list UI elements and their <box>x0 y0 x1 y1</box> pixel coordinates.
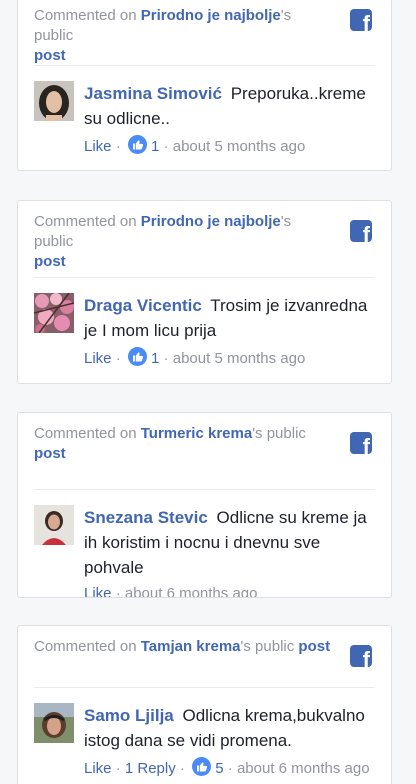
facebook-icon[interactable]: f <box>350 220 372 242</box>
post-link[interactable]: post <box>34 47 66 64</box>
avatar[interactable] <box>34 293 74 333</box>
post-link[interactable]: post <box>34 445 66 462</box>
comment-meta: Like · 1 · about 5 months ago <box>84 347 377 369</box>
commented-on-text: Commented on <box>34 7 141 24</box>
comment-body: Samo Ljilja Odlicna krema,bukvalno istog… <box>84 703 377 753</box>
like-reaction-icon <box>128 347 147 366</box>
post-link[interactable]: post <box>34 253 66 270</box>
reply-link[interactable]: 1 Reply <box>125 760 176 777</box>
commented-on-text: Commented on <box>34 425 141 442</box>
page-link[interactable]: Prirodno je najbolje <box>141 7 281 24</box>
timestamp[interactable]: about 5 months ago <box>173 350 306 367</box>
reaction-count[interactable]: 1 <box>151 138 159 155</box>
comment-author[interactable]: Snezana Stevic <box>84 508 208 527</box>
card-header: Commented on Prirodno je najbolje's publ… <box>34 212 334 272</box>
divider <box>34 65 375 66</box>
like-link[interactable]: Like <box>84 138 112 155</box>
page-link[interactable]: Turmeric krema <box>141 425 252 442</box>
comment-meta: Like · 1 Reply · 5 · about 6 months ago <box>84 757 377 779</box>
card-header: Commented on Turmeric krema's public pos… <box>34 424 334 464</box>
reaction-count[interactable]: 5 <box>215 760 223 777</box>
avatar[interactable] <box>34 505 74 545</box>
like-reaction-icon <box>192 757 211 776</box>
divider <box>34 687 375 688</box>
like-link[interactable]: Like <box>84 585 112 597</box>
facebook-icon[interactable]: f <box>350 9 372 31</box>
comment-author[interactable]: Samo Ljilja <box>84 706 174 725</box>
timestamp[interactable]: about 6 months ago <box>125 585 258 597</box>
like-link[interactable]: Like <box>84 350 112 367</box>
timestamp[interactable]: about 6 months ago <box>237 760 370 777</box>
card-header: Commented on Prirodno je najbolje's publ… <box>34 6 334 66</box>
commented-on-text: Commented on <box>34 638 141 655</box>
facebook-icon[interactable]: f <box>350 645 372 667</box>
comment-body: Snezana Stevic Odlicne su kreme ja ih ko… <box>84 505 377 580</box>
avatar[interactable] <box>34 703 74 743</box>
post-link[interactable]: post <box>298 638 330 655</box>
facebook-icon[interactable]: f <box>350 432 372 454</box>
page-link[interactable]: Prirodno je najbolje <box>141 213 281 230</box>
comment-meta: Like · about 6 months ago <box>84 584 377 597</box>
post-card: Commented on Turmeric krema's public pos… <box>17 412 392 598</box>
timestamp[interactable]: about 5 months ago <box>173 138 306 155</box>
public-text: 's public <box>240 638 299 655</box>
post-card: Commented on Prirodno je najbolje's publ… <box>17 200 392 384</box>
like-reaction-icon <box>128 135 147 154</box>
public-text: 's public <box>252 425 306 442</box>
post-card: Commented on Tamjan krema's public post … <box>17 625 392 784</box>
reaction-count[interactable]: 1 <box>151 350 159 367</box>
post-card: Commented on Prirodno je najbolje's publ… <box>17 0 392 171</box>
card-header: Commented on Tamjan krema's public post <box>34 637 334 657</box>
comment-author[interactable]: Jasmina Simović <box>84 84 222 103</box>
avatar[interactable] <box>34 81 74 121</box>
divider <box>34 277 375 278</box>
comment-author[interactable]: Draga Vicentic <box>84 296 202 315</box>
like-link[interactable]: Like <box>84 760 112 777</box>
page-link[interactable]: Tamjan krema <box>141 638 241 655</box>
comment-body: Draga Vicentic Trosim je izvanredna je I… <box>84 293 377 343</box>
comment-meta: Like · 1 · about 5 months ago <box>84 135 377 157</box>
commented-on-text: Commented on <box>34 213 141 230</box>
comment-body: Jasmina Simović Preporuka..kreme su odli… <box>84 81 377 131</box>
divider <box>34 489 375 490</box>
